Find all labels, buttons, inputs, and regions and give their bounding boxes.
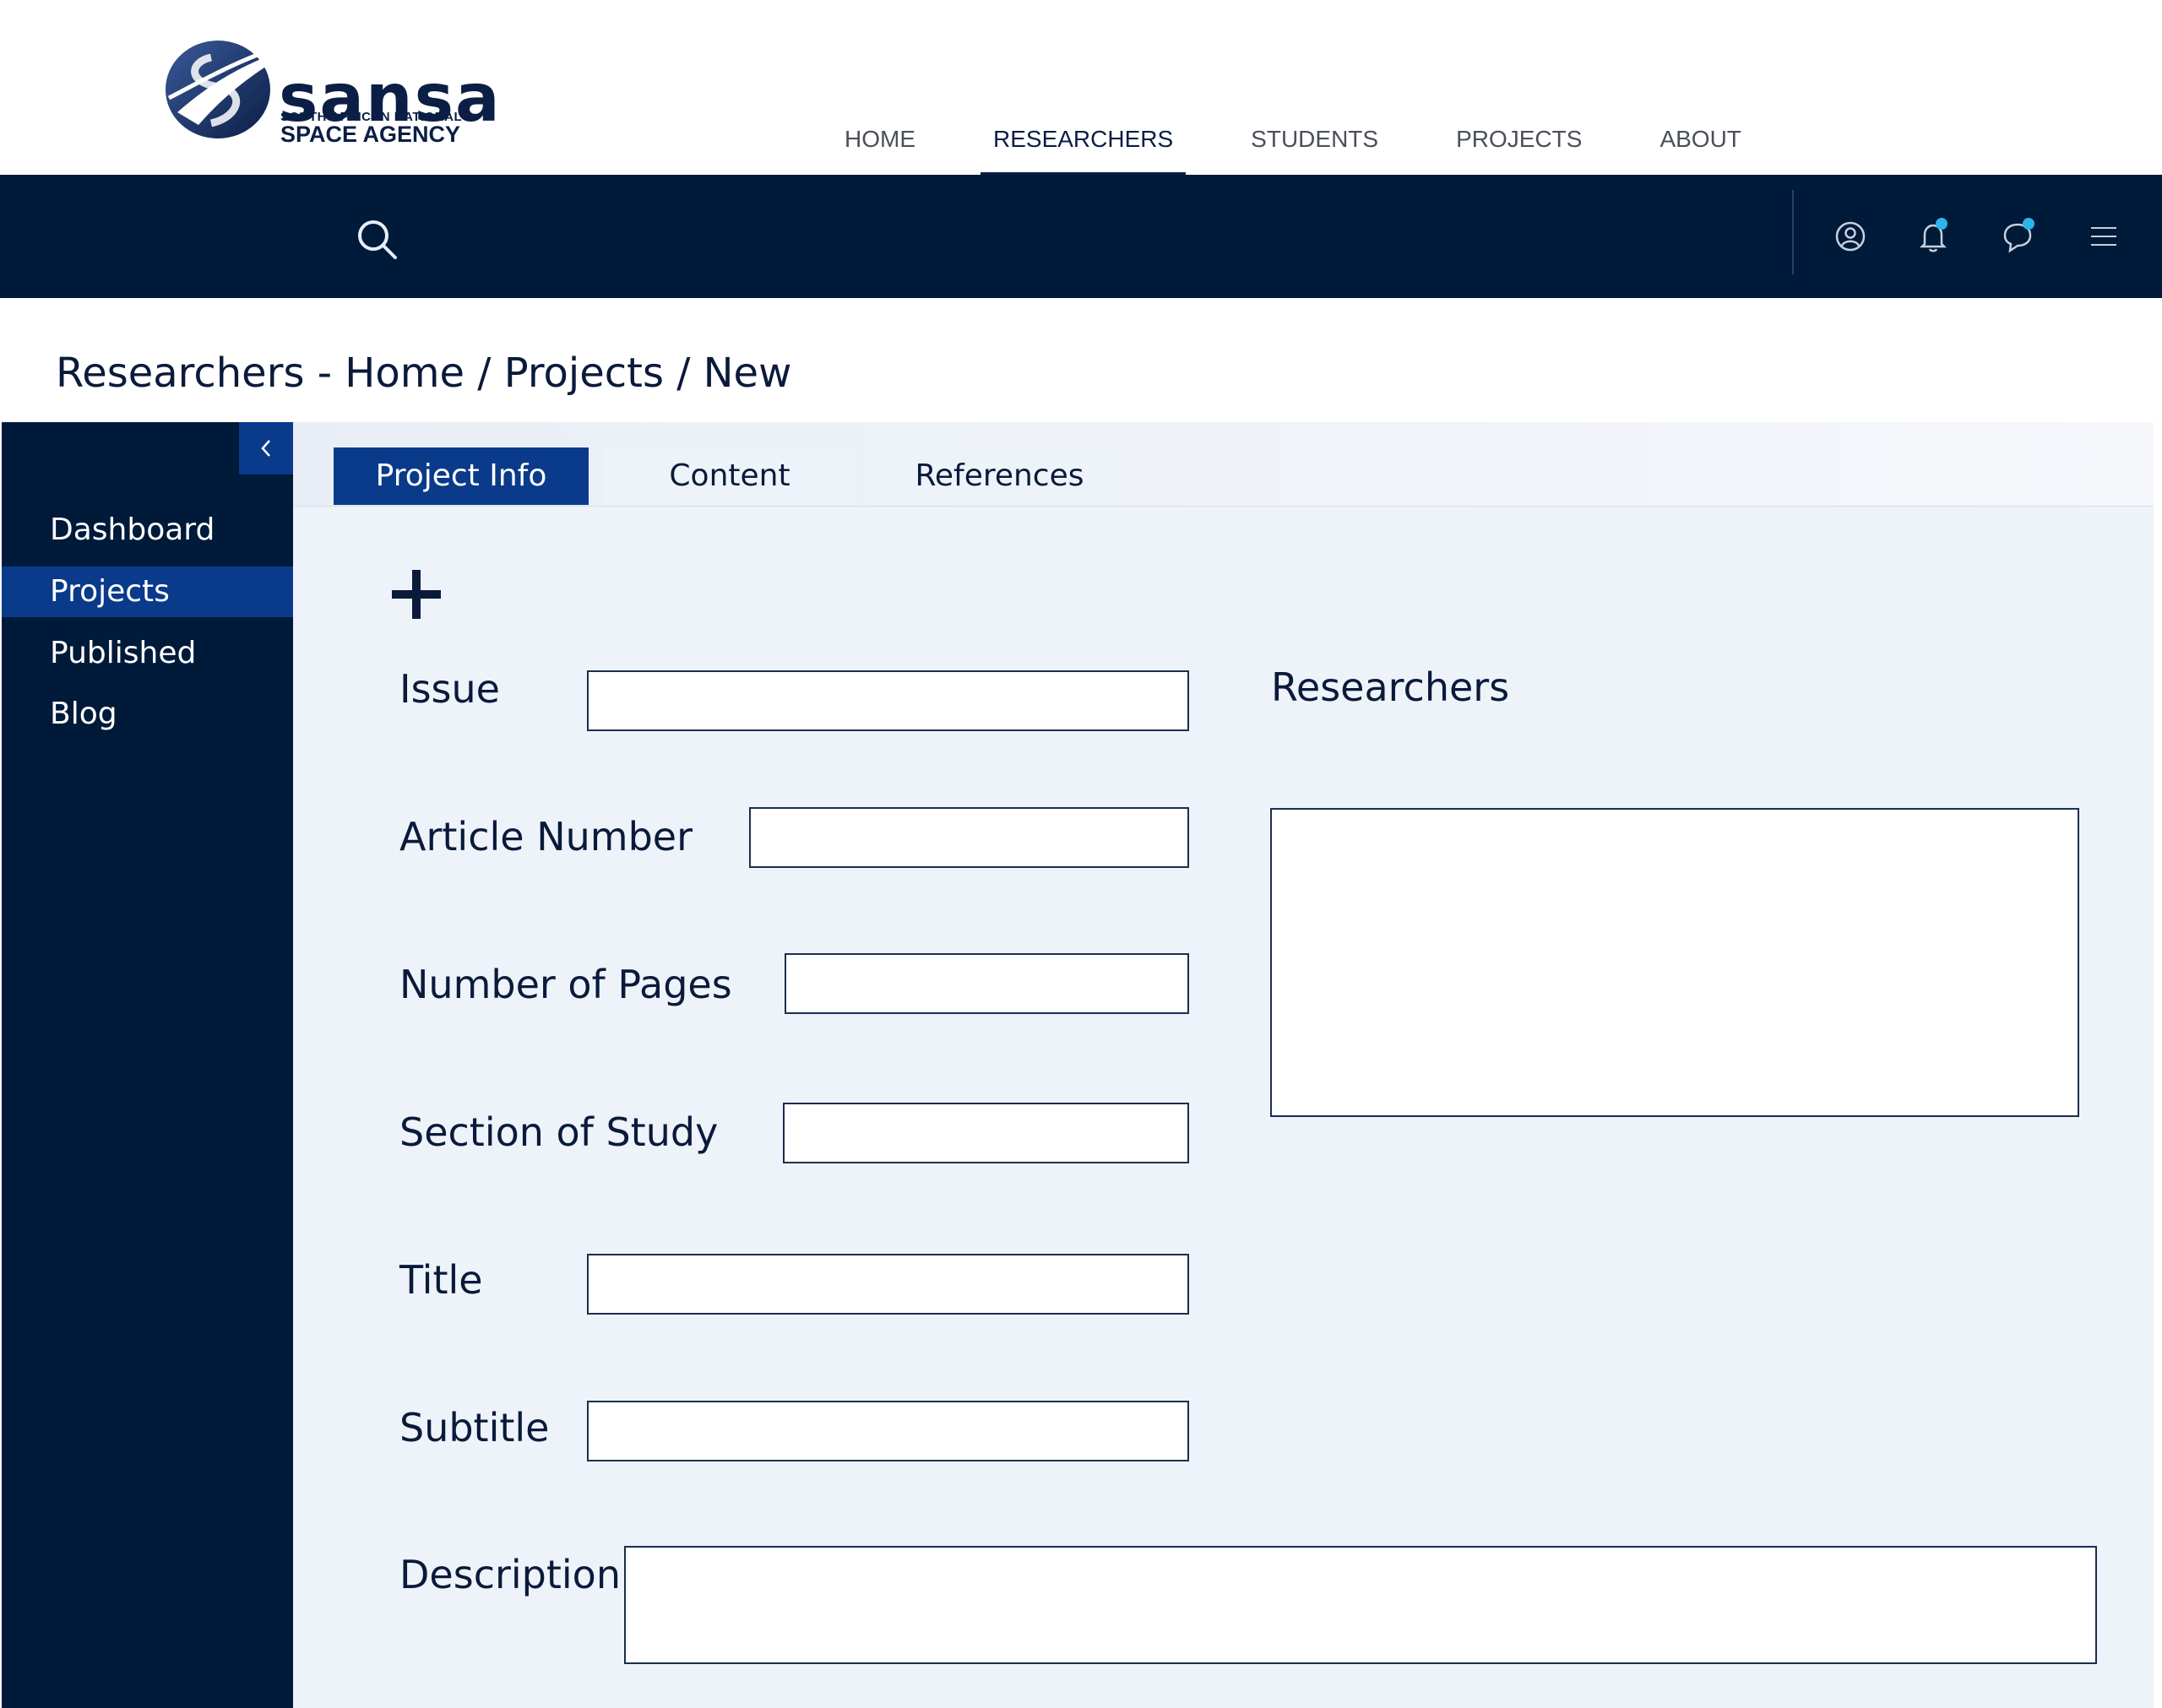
search-toolbar <box>0 175 2162 298</box>
toolbar-divider <box>1792 190 1794 274</box>
issue-label: Issue <box>399 666 500 712</box>
nav-item-home[interactable]: HOME <box>832 122 928 175</box>
bell-icon[interactable] <box>1914 217 1953 256</box>
sansa-logo[interactable]: sansa SOUTH AFRICAN NATIONAL SPACE AGENC… <box>160 32 500 147</box>
title-label: Title <box>399 1257 483 1303</box>
tab-references[interactable]: References <box>872 447 1127 505</box>
sidebar-item-blog[interactable]: Blog <box>2 689 293 740</box>
issue-input[interactable] <box>587 670 1189 731</box>
chevron-left-icon <box>261 440 270 457</box>
logo-tagline-large: SPACE AGENCY <box>280 122 461 147</box>
plus-icon[interactable] <box>390 568 443 621</box>
sidebar-item-published[interactable]: Published <box>2 628 293 679</box>
title-input[interactable] <box>587 1254 1189 1315</box>
sidebar-item-dashboard[interactable]: Dashboard <box>2 505 293 556</box>
search-input[interactable] <box>422 210 1013 261</box>
nav-item-projects[interactable]: PROJECTS <box>1443 122 1594 175</box>
nav-item-students[interactable]: STUDENTS <box>1238 122 1391 175</box>
tab-project-info[interactable]: Project Info <box>334 447 589 505</box>
description-label: Description <box>399 1552 621 1597</box>
subtitle-label: Subtitle <box>399 1405 550 1450</box>
subtitle-input[interactable] <box>587 1401 1189 1461</box>
section-of-study-input[interactable] <box>783 1103 1189 1163</box>
nav-item-about[interactable]: ABOUT <box>1647 122 1753 175</box>
number-of-pages-input[interactable] <box>785 953 1189 1014</box>
search-icon[interactable] <box>355 217 399 261</box>
sidebar: Dashboard Projects Published Blog <box>2 422 293 1708</box>
researchers-list-box[interactable] <box>1270 808 2079 1117</box>
tab-content[interactable]: Content <box>603 447 856 505</box>
researchers-label: Researchers <box>1271 664 1510 710</box>
number-of-pages-label: Number of Pages <box>399 962 732 1007</box>
user-icon[interactable] <box>1831 217 1870 256</box>
chat-icon[interactable] <box>1998 217 2037 256</box>
sansa-logo-mark-icon <box>166 41 283 138</box>
top-header: sansa SOUTH AFRICAN NATIONAL SPACE AGENC… <box>0 0 2162 175</box>
main-panel: Project Info Content References Issue Ar… <box>293 422 2154 1708</box>
nav-item-researchers[interactable]: RESEARCHERS <box>981 122 1187 175</box>
sidebar-collapse-button[interactable] <box>239 422 293 474</box>
page-title: Researchers - Home / Projects / New <box>56 350 792 397</box>
article-number-input[interactable] <box>749 807 1189 868</box>
article-number-label: Article Number <box>399 814 693 859</box>
tab-strip: Project Info Content References <box>293 422 2154 507</box>
description-input[interactable] <box>624 1546 2097 1664</box>
main-nav: HOME RESEARCHERS STUDENTS PROJECTS ABOUT <box>832 122 1806 175</box>
sidebar-item-projects[interactable]: Projects <box>2 567 293 617</box>
menu-icon[interactable] <box>2084 217 2123 256</box>
section-of-study-label: Section of Study <box>399 1109 719 1155</box>
